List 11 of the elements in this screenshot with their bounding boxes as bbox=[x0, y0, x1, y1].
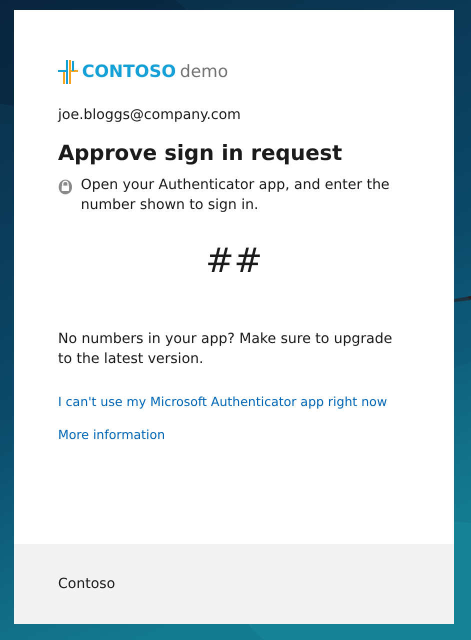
help-link[interactable]: I can't use my Microsoft Authenticator app right now bbox=[58, 394, 388, 409]
page-title: Approve sign in request bbox=[58, 140, 344, 167]
instruction-text: Open your Authenticator app, and enter the number shown to sign in. bbox=[80, 176, 391, 215]
logo-suffix: demo bbox=[180, 62, 228, 82]
verification-number: ## bbox=[206, 241, 262, 281]
account-email: joe.bloggs@company.com bbox=[58, 107, 242, 123]
logo-icon bbox=[58, 60, 78, 84]
upgrade-note: No numbers in your app? Make sure to upgrade to the latest version. bbox=[58, 330, 394, 369]
help-link[interactable]: More information bbox=[58, 427, 166, 442]
logo-brand: CONTOSO bbox=[82, 62, 176, 82]
footer-text: Contoso bbox=[58, 576, 116, 592]
